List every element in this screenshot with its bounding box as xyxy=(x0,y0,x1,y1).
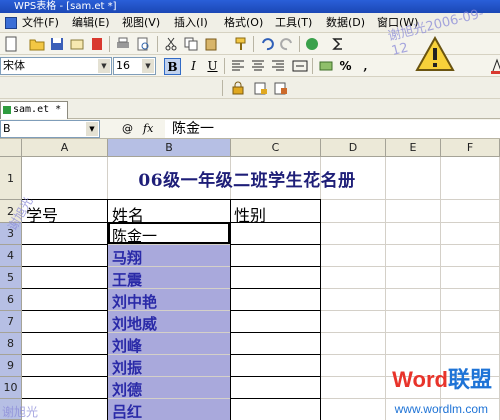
row-header-9[interactable]: 9 xyxy=(0,355,22,377)
document-icon[interactable] xyxy=(5,17,17,29)
warning-icon xyxy=(415,35,455,72)
watermark-bottom-left: 谢旭光 xyxy=(2,405,39,419)
merge-center-icon[interactable] xyxy=(292,58,308,74)
column-header-b[interactable]: B xyxy=(108,139,231,157)
tab-sam-et[interactable]: sam.et * xyxy=(0,101,68,119)
open-folder-icon[interactable] xyxy=(29,36,45,52)
protect-workbook-icon[interactable] xyxy=(253,80,269,96)
column-header-e[interactable]: E xyxy=(386,139,441,157)
chevron-down-icon[interactable]: ▼ xyxy=(86,122,98,136)
name-cell-b6[interactable]: 刘中艳 xyxy=(112,291,157,312)
align-center-icon[interactable] xyxy=(250,58,266,74)
select-all-corner[interactable] xyxy=(0,139,22,157)
protect-sheet-icon[interactable] xyxy=(230,80,246,96)
menu-format[interactable]: 格式(O) xyxy=(222,13,265,33)
row-header-5[interactable]: 5 xyxy=(0,267,22,289)
hyperlink-icon[interactable] xyxy=(304,36,320,52)
row-header-6[interactable]: 6 xyxy=(0,289,22,311)
name-box[interactable]: B ▼ xyxy=(0,120,100,138)
email-icon[interactable] xyxy=(69,36,85,52)
copy-icon[interactable] xyxy=(183,36,199,52)
column-header-a[interactable]: A xyxy=(22,139,108,157)
name-cell-b8[interactable]: 刘峰 xyxy=(112,335,142,356)
save-icon[interactable] xyxy=(49,36,65,52)
search-icon[interactable]: @ xyxy=(122,122,133,136)
column-header-f[interactable]: F xyxy=(441,139,500,157)
name-cell-b11[interactable]: 吕红 xyxy=(112,401,142,420)
export-pdf-icon[interactable] xyxy=(89,36,105,52)
row-header-4[interactable]: 4 xyxy=(0,245,22,267)
redo-icon[interactable] xyxy=(279,36,295,52)
name-cell-b4[interactable]: 马翔 xyxy=(112,247,142,268)
row-header-8[interactable]: 8 xyxy=(0,333,22,355)
spreadsheet-file-icon xyxy=(3,106,11,114)
cut-icon[interactable] xyxy=(163,36,179,52)
header-gender[interactable]: 性别 xyxy=(234,202,266,226)
percent-button[interactable]: % xyxy=(337,58,354,75)
title-bar: WPS表格 - [sam.et *] xyxy=(0,0,500,13)
share-workbook-icon[interactable] xyxy=(273,80,289,96)
font-color-icon[interactable] xyxy=(489,58,500,74)
name-cell-b5[interactable]: 王震 xyxy=(112,269,142,290)
row-header-7[interactable]: 7 xyxy=(0,311,22,333)
font-size-select[interactable]: 16 ▼ xyxy=(113,57,156,75)
function-icon[interactable]: fx xyxy=(143,121,153,137)
column-header-c[interactable]: C xyxy=(231,139,321,157)
italic-button[interactable]: I xyxy=(185,58,202,75)
formula-bar: B ▼ @ fx 陈金一 xyxy=(0,119,500,139)
currency-icon[interactable] xyxy=(318,58,334,74)
menu-tools[interactable]: 工具(T) xyxy=(273,13,314,33)
brand-url: www.wordlm.com xyxy=(394,402,488,416)
formula-input[interactable]: 陈金一 xyxy=(165,120,500,138)
window-title: WPS表格 - [sam.et *] xyxy=(14,1,117,12)
column-header-d[interactable]: D xyxy=(321,139,386,157)
undo-icon[interactable] xyxy=(259,36,275,52)
extra-toolbar xyxy=(0,77,500,99)
print-preview-icon[interactable] xyxy=(135,36,151,52)
print-icon[interactable] xyxy=(115,36,131,52)
header-name[interactable]: 姓名 xyxy=(112,202,144,226)
sum-icon[interactable] xyxy=(330,36,346,52)
chevron-down-icon[interactable]: ▼ xyxy=(142,59,154,73)
name-cell-b3[interactable]: 陈金一 xyxy=(112,225,157,246)
paste-icon[interactable] xyxy=(203,36,219,52)
thousands-separator-button[interactable]: , xyxy=(357,58,374,75)
menu-data[interactable]: 数据(D) xyxy=(324,13,367,33)
align-right-icon[interactable] xyxy=(270,58,286,74)
name-cell-b10[interactable]: 刘德 xyxy=(112,379,142,400)
menu-edit[interactable]: 编辑(E) xyxy=(70,13,112,33)
format-painter-icon[interactable] xyxy=(233,36,249,52)
menu-insert[interactable]: 插入(I) xyxy=(172,13,210,33)
align-left-icon[interactable] xyxy=(230,58,246,74)
document-tabs: sam.et * xyxy=(0,99,500,119)
name-cell-b7[interactable]: 刘地威 xyxy=(112,313,157,334)
brand-logo: Word联盟 xyxy=(392,367,492,392)
new-document-icon[interactable] xyxy=(3,36,19,52)
bold-button[interactable]: B xyxy=(164,58,181,75)
menu-file[interactable]: 文件(F) xyxy=(20,13,61,33)
row-header-1[interactable]: 1 xyxy=(0,157,22,200)
sheet-title[interactable]: 06级一年级二班学生花名册 xyxy=(22,166,472,191)
menu-view[interactable]: 视图(V) xyxy=(120,13,162,33)
font-name-select[interactable]: 宋体 ▼ xyxy=(0,57,112,75)
row-header-10[interactable]: 10 xyxy=(0,377,22,399)
underline-button[interactable]: U xyxy=(204,58,221,75)
name-cell-b9[interactable]: 刘振 xyxy=(112,357,142,378)
chevron-down-icon[interactable]: ▼ xyxy=(98,59,110,73)
